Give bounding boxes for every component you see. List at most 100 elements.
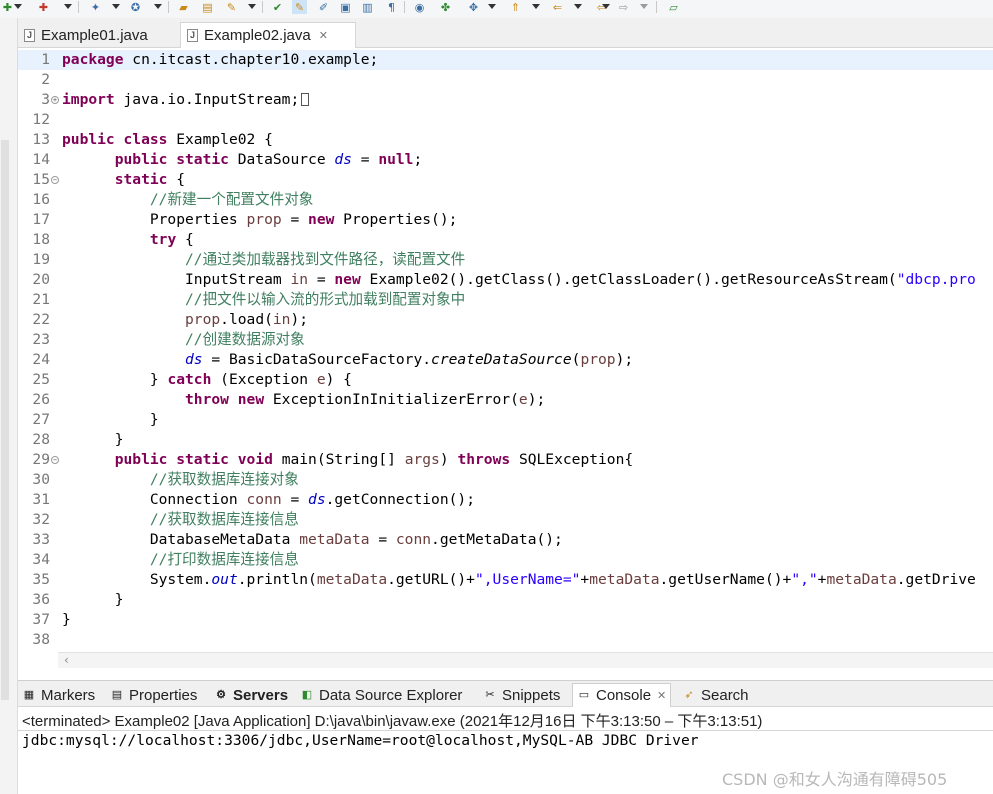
tab-console[interactable]: ▭ Console ✕ — [572, 683, 672, 707]
tab-data-source-explorer[interactable]: ◧ Data Source Explorer — [300, 684, 463, 706]
code-line[interactable]: 2 — [18, 70, 993, 90]
tab-example01[interactable]: J Example01.java — [18, 22, 178, 48]
chevron-down-icon[interactable] — [112, 4, 120, 9]
code-line[interactable]: 15− static { — [18, 170, 993, 190]
forward-icon[interactable]: ⇨ — [616, 0, 631, 14]
next-annotation-icon[interactable]: ✤ — [438, 0, 453, 14]
run-icon[interactable]: ✚ — [36, 0, 51, 14]
java-file-icon: J — [24, 28, 35, 42]
open-folder-icon[interactable]: ▰ — [176, 0, 191, 14]
code-line[interactable]: 3 + import java.io.InputStream; — [18, 90, 993, 110]
collapse-icon[interactable]: − — [51, 176, 59, 184]
code-line[interactable]: 35 System.out.println(metaData.getURL()+… — [18, 570, 993, 590]
tab-search[interactable]: ➶ Search — [682, 684, 748, 706]
code-line[interactable]: 23 //创建数据源对象 — [18, 330, 993, 350]
code-line[interactable]: 37} — [18, 610, 993, 630]
code-line[interactable]: 21 //把文件以输入流的形式加载到配置对象中 — [18, 290, 993, 310]
code-line[interactable]: 12 — [18, 110, 993, 130]
show-whitespace-icon[interactable]: ▥ — [360, 0, 375, 14]
chevron-down-icon[interactable] — [14, 4, 22, 9]
tab-example02[interactable]: J Example02.java ✕ — [180, 22, 356, 48]
code-token: import — [62, 91, 115, 108]
line-number: 37 — [32, 611, 50, 628]
code-line[interactable]: 1 package cn.itcast.chapter10.example; — [18, 50, 993, 70]
tab-properties[interactable]: ▤ Properties — [110, 684, 198, 706]
code-line[interactable]: 19 //通过类加载器找到文件路径，读配置文件 — [18, 250, 993, 270]
line-number: 35 — [32, 571, 50, 588]
code-line[interactable]: 25 } catch (Exception e) { — [18, 370, 993, 390]
chevron-down-icon[interactable] — [64, 4, 72, 9]
code-line[interactable]: 20 InputStream in = new Example02().getC… — [18, 270, 993, 290]
code-line[interactable]: 36 } — [18, 590, 993, 610]
code-line[interactable]: 26 throw new ExceptionInInitializerError… — [18, 390, 993, 410]
code-token: Properties(); — [334, 211, 458, 228]
left-scrollbar[interactable] — [1, 140, 9, 700]
new-java-icon[interactable]: ✪ — [128, 0, 143, 14]
code-text: public class Example02 { — [62, 130, 273, 150]
chevron-down-icon[interactable] — [154, 4, 162, 9]
code-line[interactable]: 29− public static void main(String[] arg… — [18, 450, 993, 470]
line-number: 29 — [32, 451, 50, 468]
annotation-icon[interactable]: ✐ — [316, 0, 331, 14]
last-edit-icon[interactable]: ⇑ — [508, 0, 523, 14]
code-line[interactable]: 30 //获取数据库连接对象 — [18, 470, 993, 490]
tab-label: Snippets — [502, 686, 561, 704]
tab-snippets[interactable]: ✂ Snippets — [483, 684, 560, 706]
new-server-icon[interactable]: ✦ — [88, 0, 103, 14]
debug-icon[interactable]: ✚ — [0, 0, 15, 14]
code-token: DataSource — [228, 151, 335, 168]
code-line[interactable]: 22 prop.load(in); — [18, 310, 993, 330]
code-line[interactable]: 16 //新建一个配置文件对象 — [18, 190, 993, 210]
chevron-down-icon[interactable] — [602, 4, 610, 9]
code-token: = — [308, 271, 335, 288]
back-icon[interactable]: ⇐ — [550, 0, 565, 14]
horizontal-scrollbar[interactable]: ‹ — [58, 652, 993, 668]
prev-annotation-icon[interactable]: ✥ — [466, 0, 481, 14]
chevron-down-icon[interactable] — [248, 4, 256, 9]
code-line[interactable]: 32 //获取数据库连接信息 — [18, 510, 993, 530]
code-token: ); — [290, 311, 309, 328]
console-output[interactable]: jdbc:mysql://localhost:3306/jdbc,UserNam… — [22, 732, 699, 752]
chevron-down-icon[interactable] — [640, 4, 648, 9]
code-line[interactable]: 17 Properties prop = new Properties(); — [18, 210, 993, 230]
chevron-down-icon[interactable] — [532, 4, 540, 9]
code-line[interactable]: 24 ds = BasicDataSourceFactory.createDat… — [18, 350, 993, 370]
code-line[interactable]: 18 try { — [18, 230, 993, 250]
code-line[interactable]: 28 } — [18, 430, 993, 450]
code-line[interactable]: 14 public static DataSource ds = null; — [18, 150, 993, 170]
console-icon: ▭ — [578, 689, 590, 701]
open-type-icon[interactable]: ▤ — [200, 0, 215, 14]
toolbar-separator — [78, 1, 79, 13]
code-line[interactable]: 33 DatabaseMetaData metaData = conn.getM… — [18, 530, 993, 550]
chevron-down-icon[interactable] — [488, 4, 496, 9]
code-token: prop — [246, 211, 282, 228]
scroll-left-icon[interactable]: ‹ — [64, 653, 69, 667]
code-editor[interactable]: 1 package cn.itcast.chapter10.example; 2 3 +… — [18, 48, 993, 652]
close-icon[interactable]: ✕ — [657, 689, 666, 702]
globe-icon[interactable]: ◉ — [412, 0, 427, 14]
pin-editor-icon[interactable]: ▱ — [666, 0, 681, 14]
close-icon[interactable]: ✕ — [319, 29, 328, 42]
console-status: <terminated> Example02 [Java Application… — [22, 713, 763, 730]
collapse-icon[interactable]: − — [51, 456, 59, 464]
open-task-icon[interactable]: ✎ — [224, 0, 239, 14]
code-line[interactable]: 31 Connection conn = ds.getConnection(); — [18, 490, 993, 510]
code-token: metaData — [299, 531, 370, 548]
tab-markers[interactable]: ▦ Markers — [22, 684, 95, 706]
paragraph-icon[interactable]: ¶ — [384, 0, 399, 14]
servers-icon: ⚙ — [216, 688, 226, 701]
block-selection-icon[interactable]: ▣ — [338, 0, 353, 14]
highlight-icon[interactable]: ✎ — [292, 0, 307, 14]
code-line[interactable]: 34 //打印数据库连接信息 — [18, 550, 993, 570]
tab-servers[interactable]: ⚙ Servers — [214, 684, 288, 706]
code-line[interactable]: 38 — [18, 630, 993, 650]
toggle-mark-icon[interactable]: ✔ — [270, 0, 285, 14]
code-token: ) { — [325, 371, 352, 388]
code-line[interactable]: 27 } — [18, 410, 993, 430]
chevron-down-icon[interactable] — [574, 4, 582, 9]
code-line[interactable]: 13 public class Example02 { — [18, 130, 993, 150]
expand-icon[interactable]: + — [51, 96, 59, 104]
